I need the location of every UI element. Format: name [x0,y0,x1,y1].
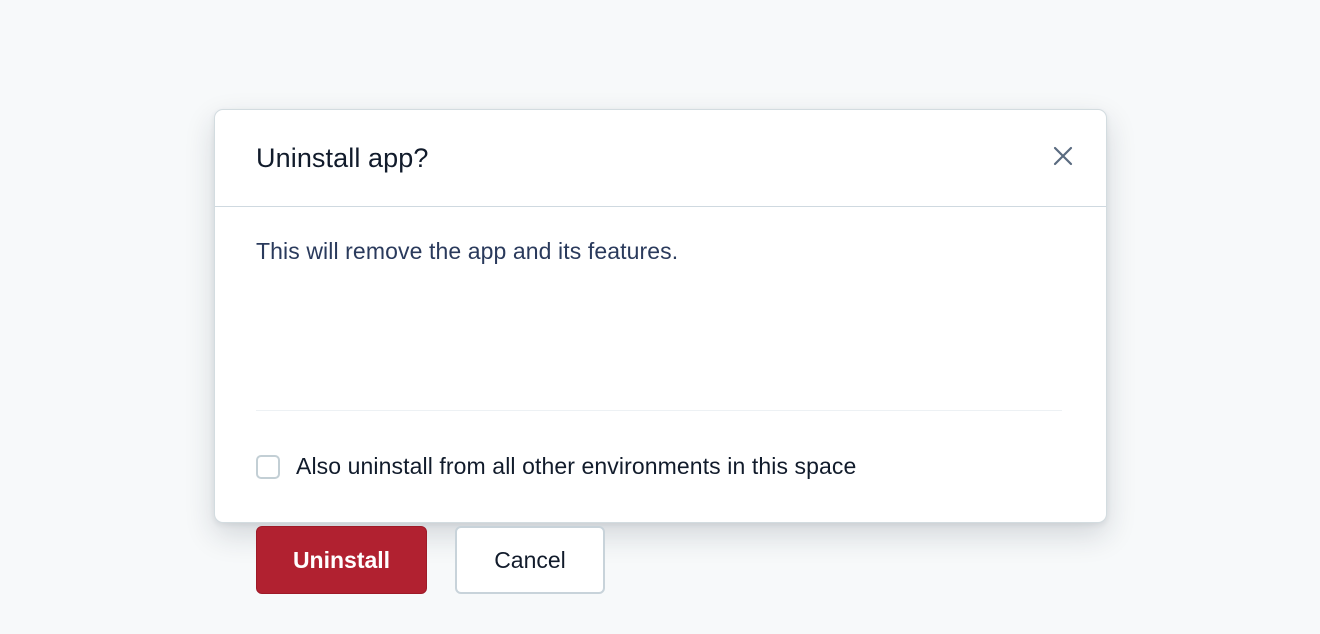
close-icon [1052,145,1074,170]
close-button[interactable] [1048,142,1078,172]
uninstall-app-dialog: Uninstall app? This will remove the app … [214,109,1107,594]
dialog-title: Uninstall app? [256,143,429,173]
cancel-button[interactable]: Cancel [455,526,605,594]
dialog-header: Uninstall app? [215,110,1106,207]
uninstall-all-environments-option[interactable]: Also uninstall from all other environmen… [256,453,856,480]
dialog-description: This will remove the app and its feature… [256,238,679,264]
checkbox-label: Also uninstall from all other environmen… [296,453,857,479]
uninstall-button[interactable]: Uninstall [256,526,427,594]
uninstall-all-environments-checkbox[interactable] [256,454,280,479]
divider [256,410,1062,411]
